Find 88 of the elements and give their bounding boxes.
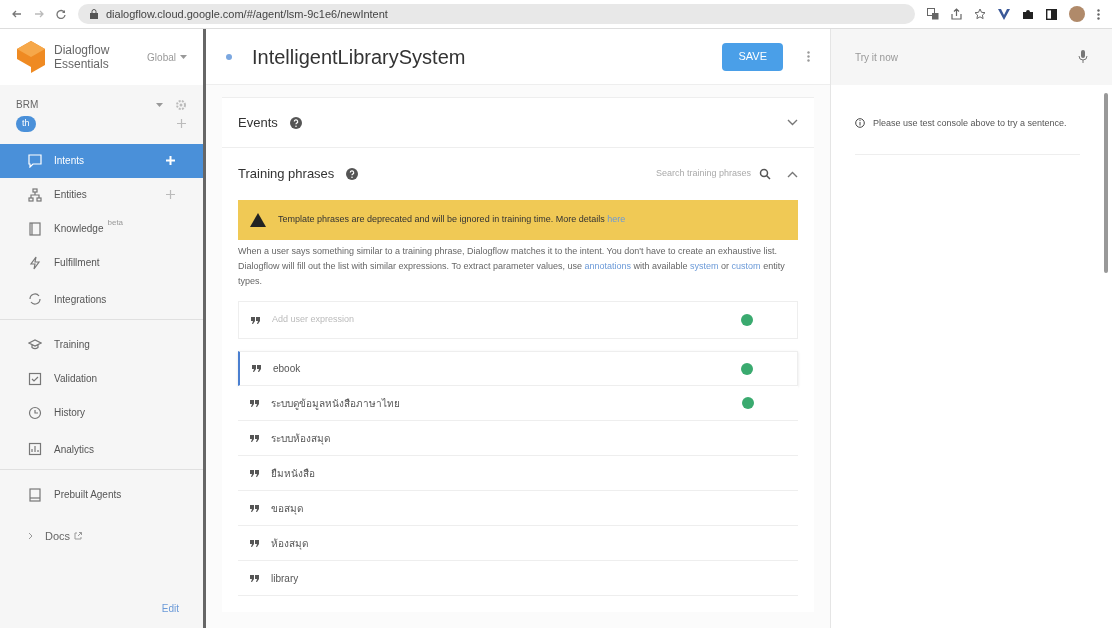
search-field[interactable]: Search training phrases	[631, 167, 751, 181]
tree-icon	[28, 187, 42, 202]
phrase-text: ขอสมุด	[271, 501, 304, 516]
beta-label: beta	[107, 217, 124, 227]
nav-label: Analytics	[54, 442, 94, 457]
nav-item[interactable]: History	[0, 395, 203, 430]
nav-item[interactable]: Knowledge beta	[0, 211, 203, 246]
expression-input[interactable]: Add user expression	[272, 313, 741, 327]
translate-icon[interactable]	[927, 8, 939, 20]
section-title: Training phrases	[238, 165, 335, 184]
more-icon[interactable]	[807, 51, 810, 62]
phrase-text: ระบบดูข้อมูลหนังสือภาษาไทย	[271, 396, 401, 411]
menu-icon[interactable]	[1097, 8, 1100, 20]
product-edition: Essentials	[54, 57, 110, 71]
section-title: Events	[238, 113, 278, 132]
warning-text: Template phrases are deprecated and will be ignored in training time. More details here	[278, 213, 626, 227]
nav-label: Knowledge	[54, 222, 104, 236]
nav-label: Validation	[54, 372, 98, 386]
nav-label: Intents	[54, 154, 85, 168]
chart-icon	[28, 442, 42, 456]
docs-link[interactable]: Docs	[45, 527, 71, 544]
book-icon	[28, 487, 42, 502]
info-text: Please use test console above to try a sentence.	[873, 117, 1067, 130]
url-text: dialogflow.cloud.google.com/#/agent/lsm-9c1e6/newIntent	[106, 6, 388, 22]
quote-icon	[252, 365, 261, 372]
loop-icon	[28, 292, 42, 306]
quote-icon	[251, 316, 260, 324]
avatar-icon[interactable]	[1069, 6, 1085, 22]
caret-icon	[180, 55, 187, 59]
nav-label: History	[54, 406, 86, 420]
nav-item[interactable]: Integrations	[0, 279, 203, 320]
nav-label: Entities	[54, 188, 87, 202]
lock-icon	[90, 9, 98, 19]
scrollbar[interactable]	[1104, 93, 1108, 273]
quote-icon	[250, 399, 259, 407]
reload-icon[interactable]	[56, 9, 66, 19]
help-icon[interactable]	[289, 116, 302, 129]
nav-label: Prebuilt Agents	[54, 488, 122, 502]
collapse-icon[interactable]	[787, 170, 798, 178]
product-name: Dialogflow	[54, 43, 110, 57]
phrase-text: ยืมหนังสือ	[271, 466, 316, 481]
cap-icon	[28, 337, 42, 352]
phrase-text: library	[271, 571, 300, 586]
help-icon[interactable]	[346, 168, 359, 180]
search-icon[interactable]	[759, 168, 771, 180]
parameter-icon[interactable]	[741, 314, 753, 326]
book-icon	[28, 221, 42, 236]
quote-icon	[250, 469, 259, 477]
back-icon[interactable]	[12, 9, 22, 19]
phrase-text: ระบบห้องสมุด	[271, 431, 331, 446]
quote-icon	[250, 504, 259, 512]
nav-item[interactable]: Prebuilt Agents	[0, 477, 203, 512]
nav-item[interactable]: Analytics	[0, 429, 203, 470]
help-text: When a user says something similar to a training phrase, Dialogflow matches it to the intent. You don't have to create an exhaustive list. Dialogflow will fill out the list with similar expressions. To extract parameter values, use annotations with available system or custom entity types.	[238, 245, 786, 288]
nav-item[interactable]: Training	[0, 327, 203, 362]
checkbox-icon	[28, 371, 42, 386]
intent-name[interactable]: IntelligentLibrarySystem	[252, 41, 466, 72]
agent-name[interactable]: BRM	[16, 97, 39, 112]
expand-icon[interactable]	[787, 119, 798, 126]
parameter-icon[interactable]	[741, 362, 753, 375]
warning-icon	[250, 213, 266, 227]
nav-item[interactable]: Entities	[0, 177, 203, 212]
bolt-icon	[28, 255, 42, 270]
quote-icon	[250, 434, 259, 442]
share-icon[interactable]	[951, 8, 962, 20]
chat-icon	[28, 153, 42, 168]
info-icon	[855, 118, 865, 128]
parameter-icon[interactable]	[742, 397, 754, 409]
phrase-text: ebook	[273, 362, 302, 376]
star-icon[interactable]	[974, 8, 986, 20]
phrase-text: ห้องสมุด	[271, 536, 309, 551]
quote-icon	[250, 574, 259, 582]
nav-item[interactable]: Fulfillment	[0, 245, 203, 280]
external-link-icon	[74, 531, 83, 540]
microphone-icon[interactable]	[1078, 50, 1088, 64]
expression-field[interactable]: Add user expression	[238, 301, 798, 339]
nav-item[interactable]: Validation	[0, 361, 203, 396]
extension-icon[interactable]	[998, 8, 1010, 20]
dropdown-icon[interactable]	[156, 102, 163, 107]
chevron-icon	[28, 531, 33, 540]
nav-label: Integrations	[54, 292, 107, 307]
nav-label: Fulfillment	[54, 256, 100, 270]
nav-label: Training	[54, 338, 90, 352]
clock-icon	[28, 405, 42, 420]
logo-icon	[16, 40, 46, 74]
quote-icon	[250, 539, 259, 547]
sidepanel-icon[interactable]	[1046, 8, 1057, 20]
address-bar[interactable]: dialogflow.cloud.google.com/#/agent/lsm-9c1e6/newIntent	[78, 4, 915, 24]
